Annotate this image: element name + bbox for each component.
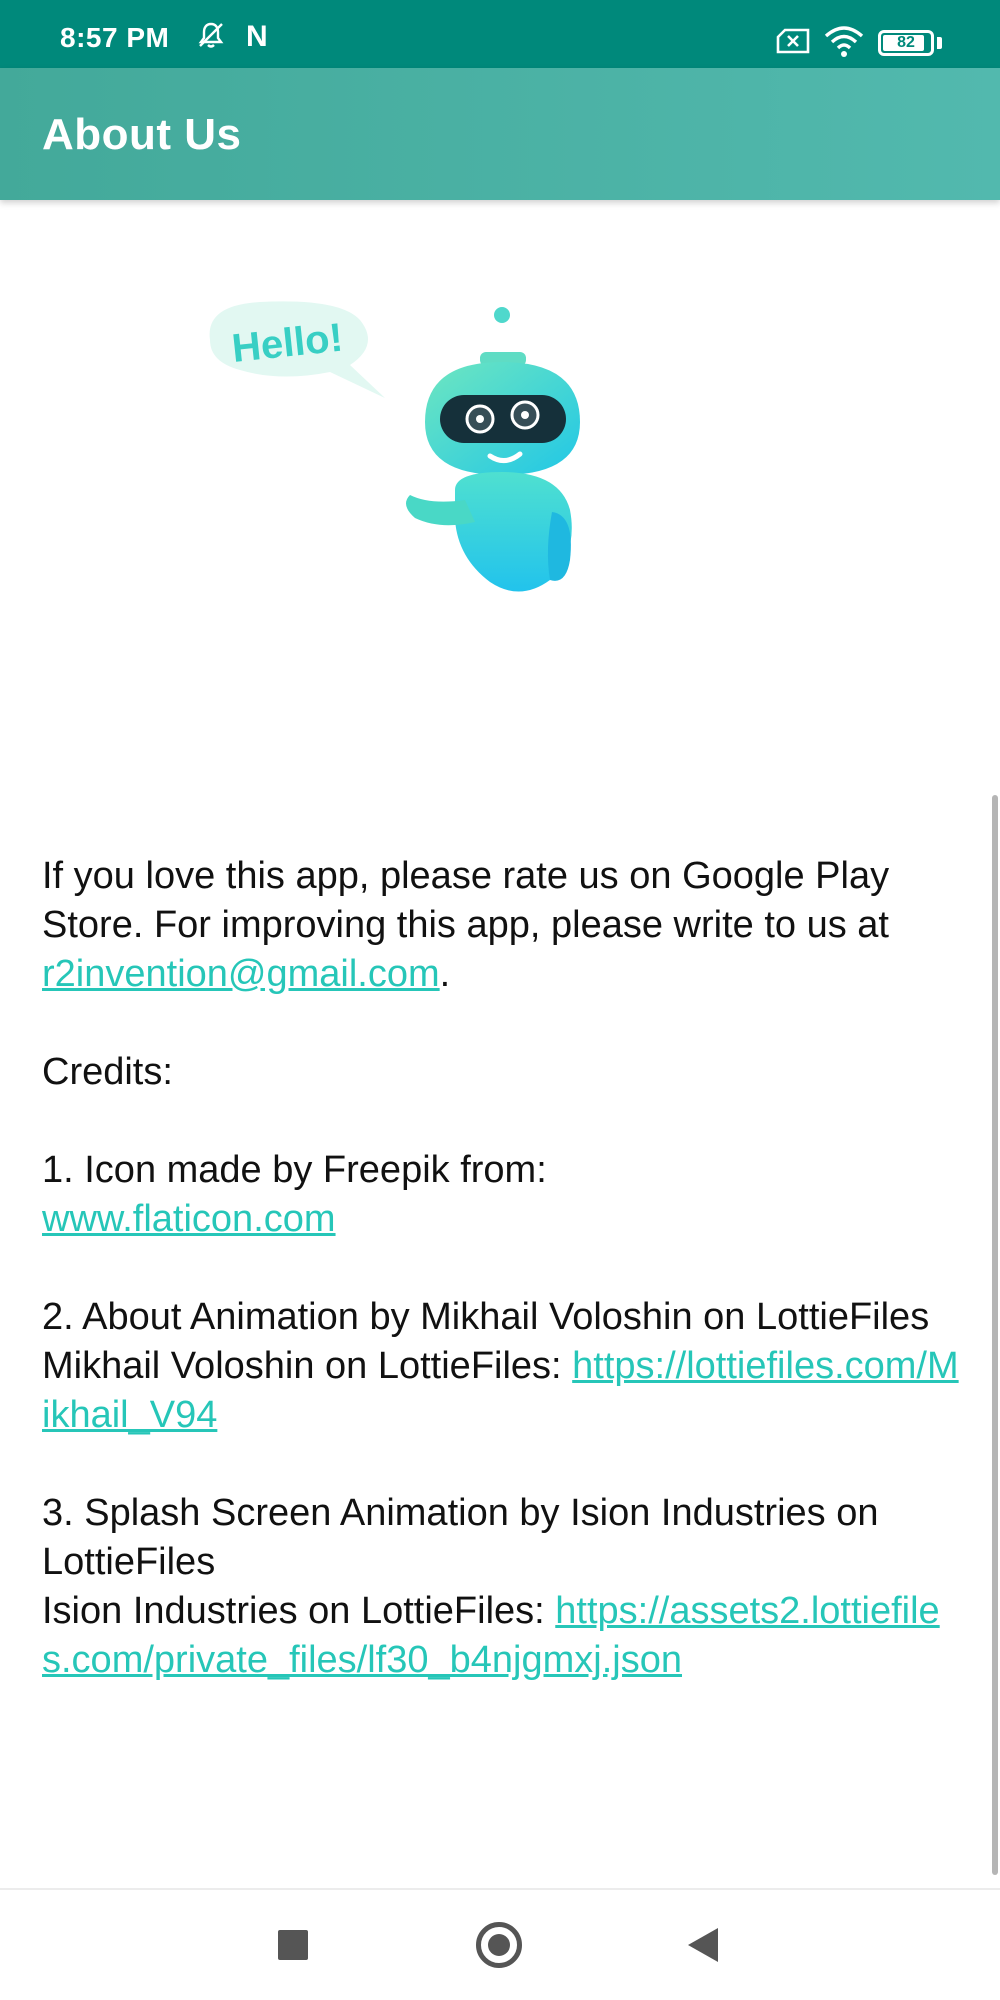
sim-off-icon xyxy=(776,28,810,54)
flaticon-link[interactable]: www.flaticon.com xyxy=(42,1198,336,1240)
credit-2-prefix: Mikhail Voloshin on LottieFiles: xyxy=(42,1345,573,1387)
recents-square-icon[interactable] xyxy=(278,1930,308,1960)
robot-hello-illustration: Hello! xyxy=(209,301,580,592)
credits-heading: Credits: xyxy=(42,1051,173,1093)
about-content: If you love this app, please rate us on … xyxy=(42,852,962,1685)
about-us-screen: 8:57 PM N 82 About Us Hello! If you love… xyxy=(0,0,1000,2000)
credit-2: 2. About Animation by Mikhail Voloshin o… xyxy=(42,1293,962,1440)
credit-1-text: 1. Icon made by Freepik from: xyxy=(42,1149,547,1191)
battery-level: 82 xyxy=(897,34,915,51)
intro-end: . xyxy=(439,953,451,995)
app-bar: About Us xyxy=(0,68,1000,200)
battery-icon: 82 xyxy=(878,30,934,56)
credit-3-prefix: Ision Industries on LottieFiles: xyxy=(42,1590,556,1632)
netflix-icon: N xyxy=(246,20,268,53)
page-title: About Us xyxy=(42,110,242,159)
status-time: 8:57 PM xyxy=(60,22,170,53)
intro-text: If you love this app, please rate us on … xyxy=(42,855,890,946)
home-inner-dot xyxy=(488,1934,510,1956)
credit-1: 1. Icon made by Freepik from: www.flatic… xyxy=(42,1146,962,1244)
email-link[interactable]: r2invention@gmail.com xyxy=(42,953,440,995)
intro-paragraph: If you love this app, please rate us on … xyxy=(42,852,962,999)
home-circle-icon[interactable] xyxy=(476,1922,522,1968)
back-triangle-icon[interactable] xyxy=(688,1928,718,1962)
wifi-icon xyxy=(824,26,864,57)
status-bar: 8:57 PM N 82 xyxy=(0,0,1000,68)
credit-3-title: 3. Splash Screen Animation by Ision Indu… xyxy=(42,1492,879,1583)
scrollbar[interactable] xyxy=(992,795,998,1875)
bell-muted-icon xyxy=(198,22,224,48)
credit-2-title: 2. About Animation by Mikhail Voloshin o… xyxy=(42,1296,930,1338)
credit-3: 3. Splash Screen Animation by Ision Indu… xyxy=(42,1489,962,1685)
battery-tip xyxy=(937,37,942,49)
system-nav-bar xyxy=(0,1890,1000,2000)
